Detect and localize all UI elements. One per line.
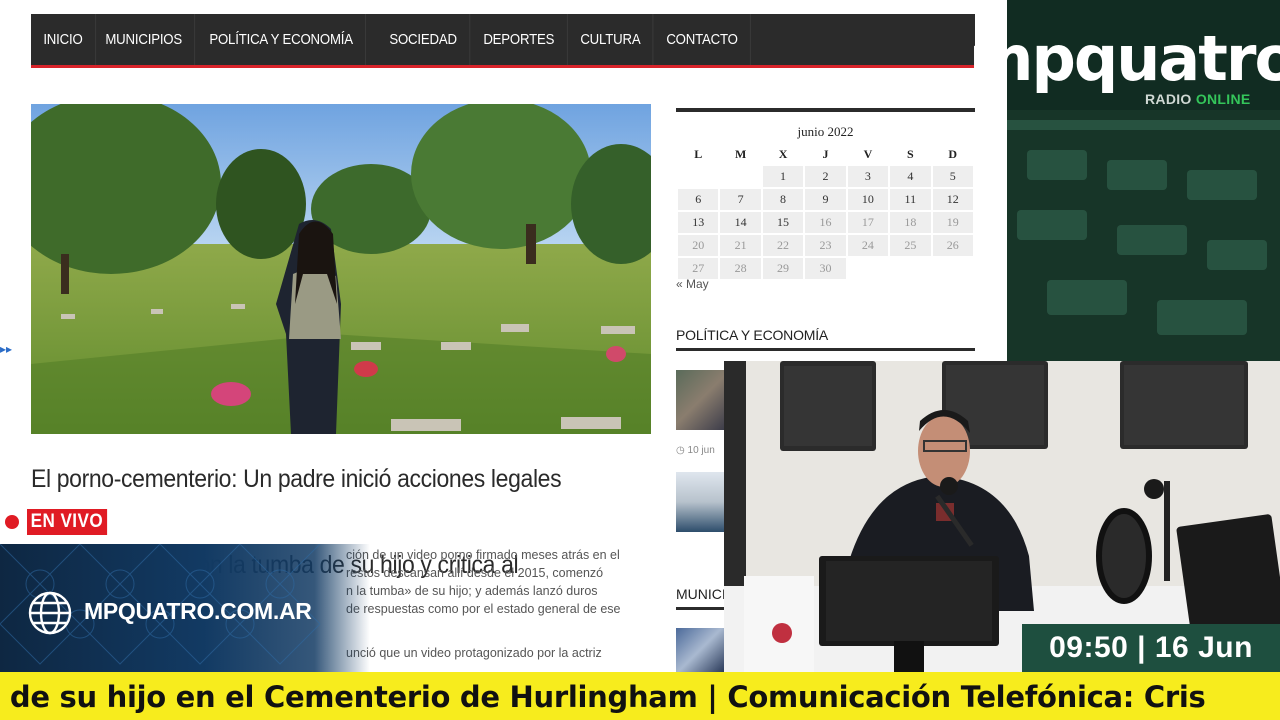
calendar-day[interactable]: 10 bbox=[847, 189, 889, 210]
calendar-day: 24 bbox=[847, 235, 889, 256]
excerpt-line: unció que un video protagonizado por la … bbox=[346, 646, 602, 660]
sidebar-thumbnail[interactable] bbox=[676, 628, 724, 672]
excerpt-line: de respuestas como por el estado general… bbox=[346, 602, 621, 616]
globe-icon bbox=[28, 591, 72, 635]
nav-item-inicio[interactable]: INICIO bbox=[31, 14, 96, 65]
excerpt-line: n la tumba» de su hijo; y además lanzó d… bbox=[346, 584, 598, 598]
post-date-text: 10 jun bbox=[687, 445, 715, 456]
live-badge: EN VIVO bbox=[0, 508, 116, 536]
calendar-empty-cell bbox=[720, 166, 760, 187]
calendar-empty-cell bbox=[890, 258, 930, 279]
excerpt-line: ción de un video porno firmado meses atr… bbox=[346, 548, 620, 562]
calendar-table: L M X J V S D 1 2 3 4 5 6 7 8 9 10 11 12 13 14 15 16 17 18 19 20 21… bbox=[676, 142, 975, 281]
broadcast-clock: 09:50 | 16 Jun bbox=[1022, 624, 1280, 672]
calendar-empty-cell bbox=[678, 166, 718, 187]
calendar-prev-month-link[interactable]: « May bbox=[676, 277, 709, 291]
live-dot-icon bbox=[5, 515, 19, 529]
calendar-day: 27 bbox=[678, 258, 719, 279]
calendar-day: 25 bbox=[890, 235, 931, 256]
calendar-day: 26 bbox=[932, 235, 973, 256]
sidebar-thumbnail[interactable] bbox=[676, 370, 724, 430]
calendar-weekday: S bbox=[906, 146, 914, 161]
nav-item-pol-tica-y-econom-a[interactable]: POLÍTICA Y ECONOMÍA bbox=[197, 14, 366, 65]
calendar-widget: junio 2022 L M X J V S D 1 2 3 4 5 6 7 8 9 10 11 12 13 14 15 1… bbox=[676, 108, 975, 281]
site-url: MPQUATRO.COM.AR bbox=[84, 598, 312, 624]
clock-icon: ◷ bbox=[676, 445, 688, 456]
calendar-empty-cell bbox=[933, 258, 973, 279]
nav-item-contacto[interactable]: CONTACTO bbox=[654, 14, 751, 65]
article-hero-image[interactable] bbox=[31, 104, 651, 434]
radio-logo-subtitle: RADIO ONLINE bbox=[1145, 91, 1251, 107]
calendar-day[interactable]: 2 bbox=[805, 166, 846, 187]
site-url-banner: MPQUATRO.COM.AR bbox=[0, 544, 370, 672]
nav-item-sociedad[interactable]: SOCIEDAD bbox=[377, 14, 471, 65]
calendar-day[interactable]: 15 bbox=[762, 212, 804, 233]
sidebar-thumbnail[interactable] bbox=[676, 472, 724, 532]
ticker-text: nba de su hijo en el Cementerio de Hurli… bbox=[0, 680, 1206, 714]
calendar-weekday: M bbox=[734, 146, 747, 161]
calendar-day[interactable]: 13 bbox=[678, 212, 719, 233]
calendar-day: 21 bbox=[720, 235, 761, 256]
calendar-day[interactable]: 14 bbox=[720, 212, 761, 233]
calendar-weekday: L bbox=[694, 146, 703, 161]
calendar-day[interactable]: 1 bbox=[762, 166, 804, 187]
calendar-day: 19 bbox=[932, 212, 973, 233]
calendar-day[interactable]: 11 bbox=[890, 189, 931, 210]
calendar-day: 17 bbox=[847, 212, 889, 233]
calendar-day[interactable]: 12 bbox=[932, 189, 973, 210]
calendar-day: 18 bbox=[890, 212, 931, 233]
main-nav: INICIO MUNICIPIOS POLÍTICA Y ECONOMÍA SOCIE… bbox=[31, 14, 975, 68]
calendar-day: 23 bbox=[805, 235, 846, 256]
calendar-day[interactable]: 3 bbox=[847, 166, 889, 187]
calendar-weekday: D bbox=[948, 146, 958, 161]
calendar-weekday: X bbox=[778, 146, 788, 161]
arrow-right-icon: ▸▸ bbox=[0, 342, 13, 356]
calendar-weekday: J bbox=[822, 146, 829, 161]
calendar-day: 22 bbox=[762, 235, 804, 256]
nav-item-cultura[interactable]: CULTURA bbox=[568, 14, 655, 65]
nav-item-deportes[interactable]: DEPORTES bbox=[471, 14, 568, 65]
calendar-weekday: V bbox=[863, 146, 873, 161]
calendar-day[interactable]: 9 bbox=[805, 189, 846, 210]
calendar-day: 28 bbox=[720, 258, 761, 279]
calendar-title: junio 2022 bbox=[797, 124, 854, 139]
logo-sub-accent: ONLINE bbox=[1195, 91, 1251, 107]
calendar-day[interactable]: 6 bbox=[678, 189, 719, 210]
section-heading-politica[interactable]: POLÍTICA Y ECONOMÍA bbox=[676, 327, 975, 351]
calendar-day[interactable]: 8 bbox=[762, 189, 804, 210]
calendar-day: 30 bbox=[805, 258, 846, 279]
nav-item-municipios[interactable]: MUNICIPIOS bbox=[93, 14, 195, 65]
calendar-day[interactable]: 4 bbox=[890, 166, 931, 187]
calendar-day: 29 bbox=[762, 258, 804, 279]
excerpt-line: restos descansan allí desde el 2015, com… bbox=[346, 566, 604, 580]
calendar-empty-cell bbox=[848, 258, 888, 279]
calendar-day: 20 bbox=[678, 235, 719, 256]
calendar-day[interactable]: 5 bbox=[932, 166, 973, 187]
news-ticker: nba de su hijo en el Cementerio de Hurli… bbox=[0, 672, 1280, 720]
article-excerpt: ción de un video porno firmado meses atr… bbox=[346, 546, 651, 662]
calendar-day: 16 bbox=[805, 212, 846, 233]
calendar-day[interactable]: 7 bbox=[720, 189, 761, 210]
sidebar-post-date: ◷ 10 jun bbox=[676, 445, 724, 456]
live-label: EN VIVO bbox=[27, 509, 107, 535]
logo-sub-plain: RADIO bbox=[1145, 91, 1196, 107]
radio-logo: mpquatro bbox=[968, 22, 1280, 95]
